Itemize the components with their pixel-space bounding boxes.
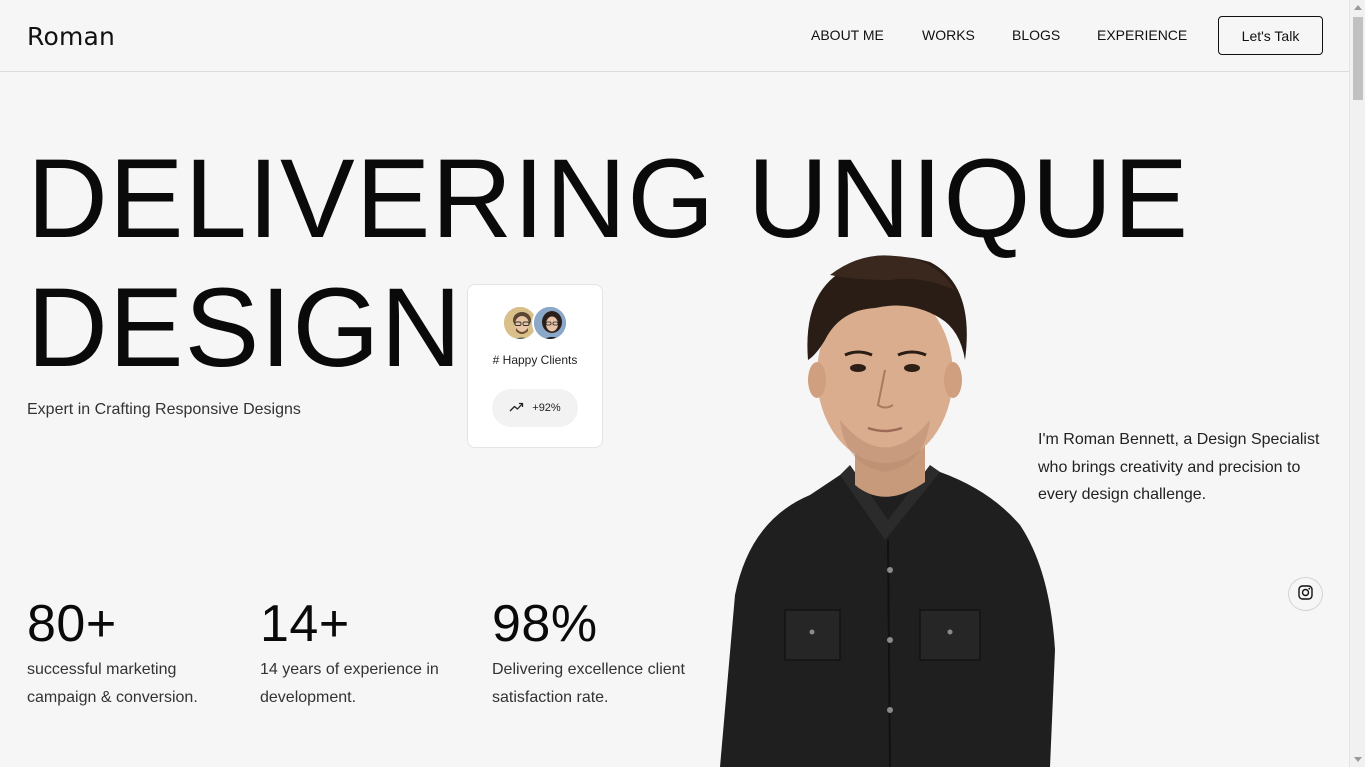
nav-blogs-link[interactable]: BLOGS: [1012, 27, 1060, 43]
nav-experience-link[interactable]: EXPERIENCE: [1097, 27, 1187, 43]
happy-clients-card: # Happy Clients +92%: [467, 284, 603, 448]
instagram-icon: [1298, 585, 1313, 603]
intro-text: I'm Roman Bennett, a Design Specialist w…: [1038, 431, 1320, 503]
page-scrollbar[interactable]: [1349, 0, 1365, 767]
hero-subtitle: Expert in Crafting Responsive Designs: [27, 401, 301, 418]
stat-value: 14+: [260, 595, 350, 653]
site-header: Roman ABOUT ME WORKS BLOGS EXPERIENCE Le…: [0, 0, 1349, 72]
scroll-down-arrow-icon[interactable]: [1354, 757, 1362, 762]
growth-value: +92%: [532, 402, 561, 414]
stat-campaigns: 80+ successful marketing campaign & conv…: [27, 598, 237, 712]
stat-value: 98%: [492, 595, 598, 653]
nav-about-link[interactable]: ABOUT ME: [811, 27, 884, 43]
lets-talk-button[interactable]: Let's Talk: [1218, 16, 1323, 55]
instagram-button[interactable]: [1288, 577, 1323, 611]
stat-description: 14 years of experience in development.: [260, 661, 439, 706]
nav-works-link[interactable]: WORKS: [922, 27, 975, 43]
site-logo[interactable]: Roman: [27, 22, 115, 51]
stat-value: 80+: [27, 595, 117, 653]
client-avatar: [532, 305, 568, 341]
stat-satisfaction: 98% Delivering excellence client satisfa…: [492, 598, 692, 712]
stat-description: Delivering excellence client satisfactio…: [492, 661, 685, 706]
growth-badge: +92%: [492, 389, 578, 427]
happy-clients-label: # Happy Clients: [492, 353, 578, 367]
stat-experience: 14+ 14 years of experience in developmen…: [260, 598, 470, 712]
stat-description: successful marketing campaign & conversi…: [27, 661, 198, 706]
portrait-photo: [690, 250, 1070, 767]
scrollbar-thumb[interactable]: [1353, 17, 1363, 100]
hero-heading-line-1: DELIVERING UNIQUE: [27, 136, 1190, 261]
scroll-up-arrow-icon[interactable]: [1354, 5, 1362, 10]
trending-up-icon: [509, 402, 524, 415]
hero-heading-line-2: DESIGN: [27, 265, 463, 390]
